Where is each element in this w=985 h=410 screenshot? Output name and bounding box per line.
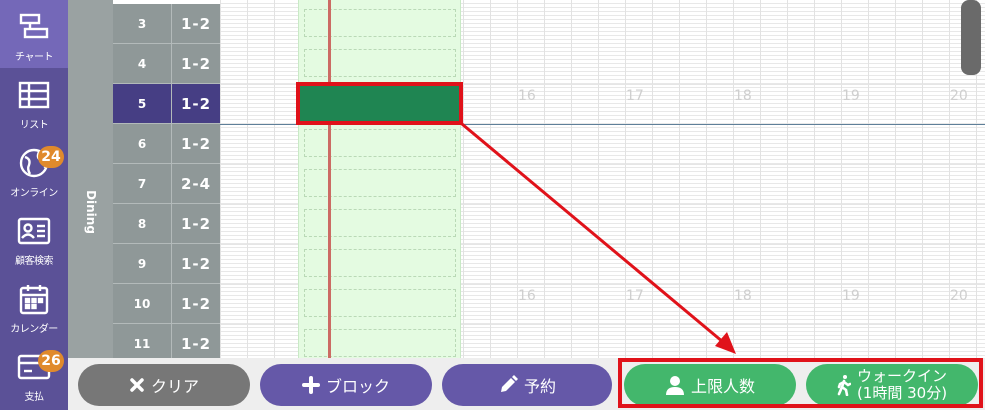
annotation-arrow xyxy=(461,122,736,354)
